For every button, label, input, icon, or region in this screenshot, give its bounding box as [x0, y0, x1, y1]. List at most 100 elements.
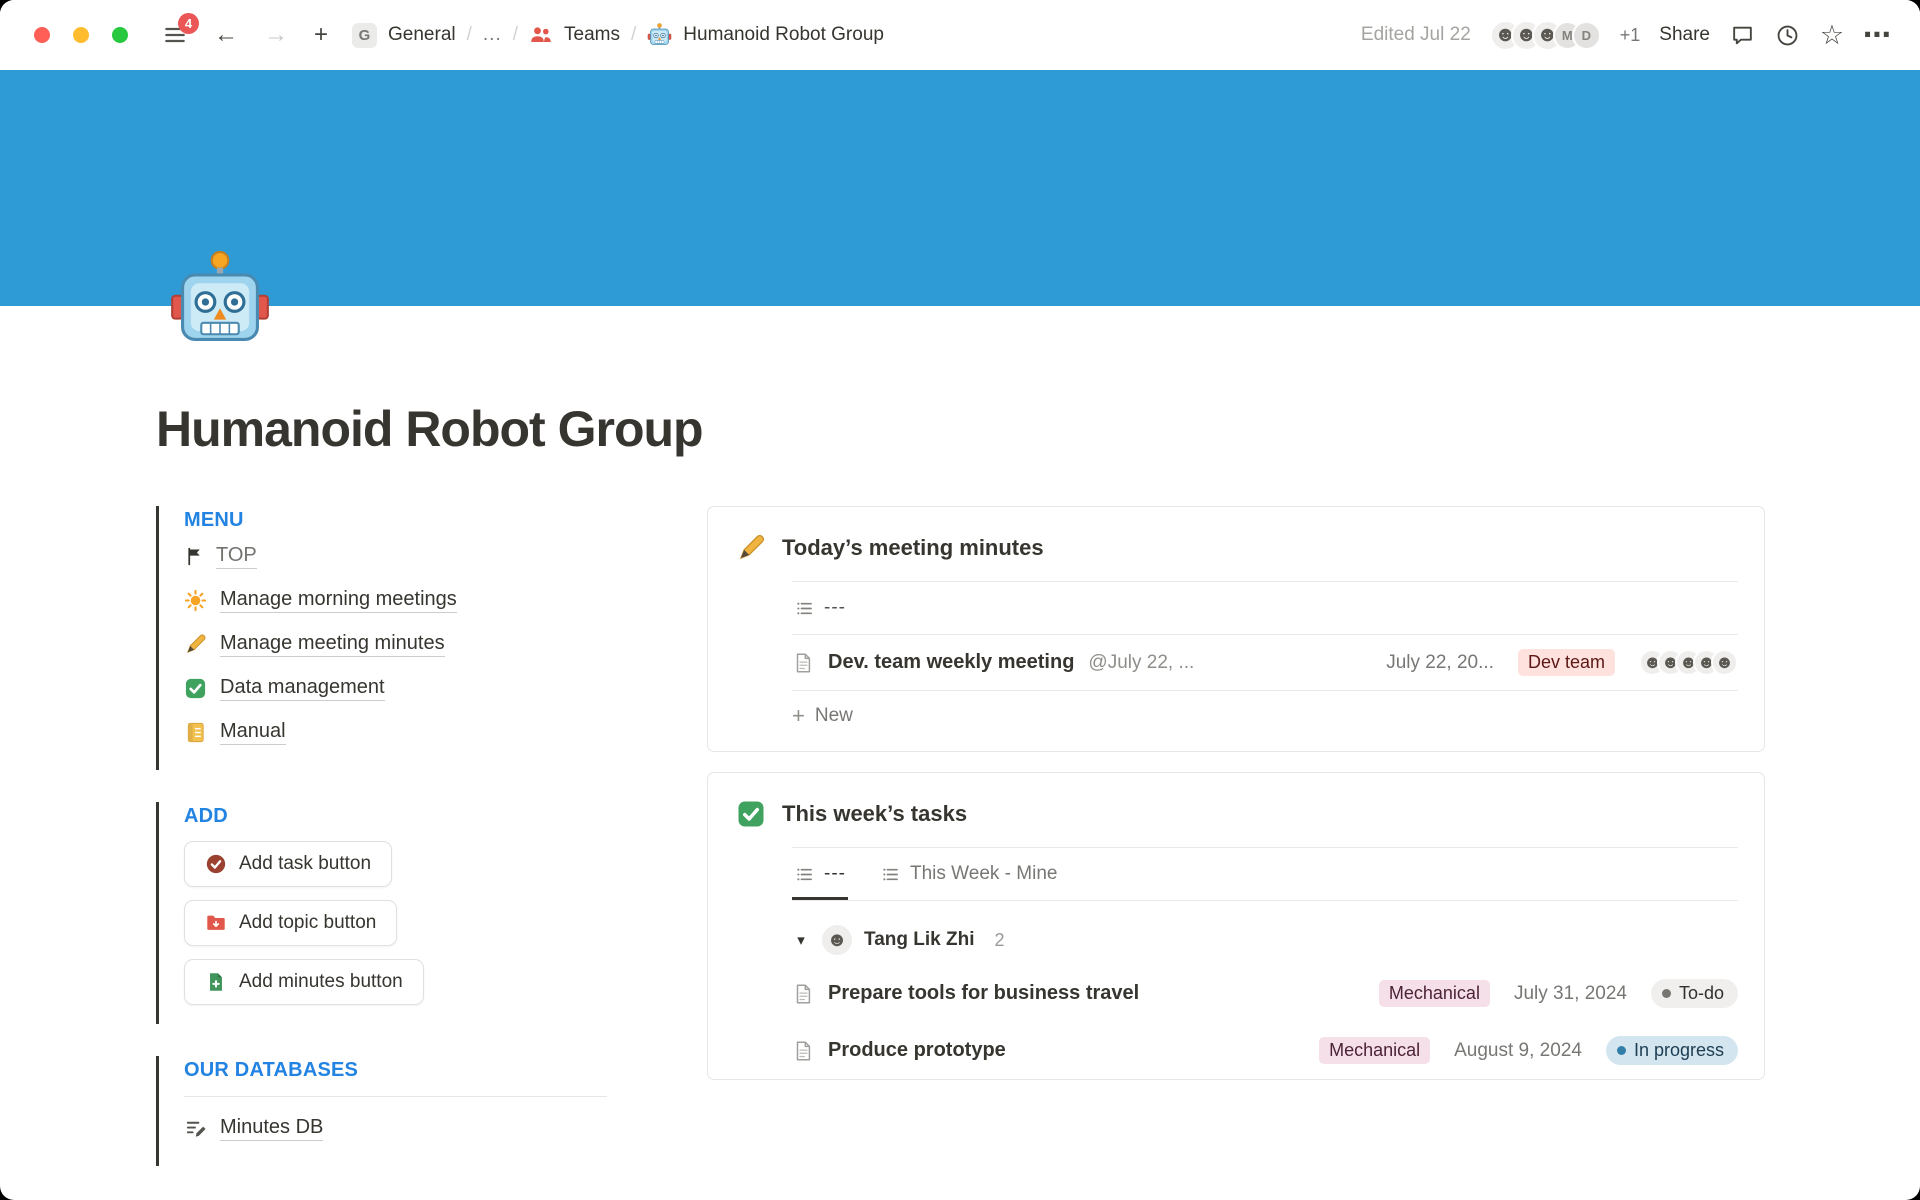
status-label: To-do [1679, 983, 1724, 1004]
teams-icon [529, 23, 553, 47]
meeting-row-main: Dev. team weekly meeting @July 22, ... [792, 651, 1362, 674]
sidebar-toggle-button[interactable]: 4 [162, 22, 188, 48]
add-task-button[interactable]: Add task button [184, 841, 392, 887]
page-file-icon [792, 1040, 814, 1062]
status-dot [1617, 1046, 1626, 1055]
robot-icon [647, 23, 672, 48]
top-link[interactable]: TOP [184, 544, 611, 569]
breadcrumb-workspace[interactable]: General [388, 24, 456, 46]
menu-heading: MENU [184, 509, 611, 532]
add-section: ADD Add task button Add topic button Add… [156, 802, 611, 1024]
tab-list-view[interactable]: --- [792, 582, 848, 634]
meeting-row[interactable]: Dev. team weekly meeting @July 22, ... J… [792, 635, 1738, 690]
avatar-overflow-count[interactable]: +1 [1620, 25, 1641, 46]
add-topic-button-label: Add topic button [239, 912, 376, 934]
group-toggle-tang-lik-zhi[interactable]: ▾ ☻ Tang Lik Zhi 2 [792, 901, 1738, 965]
list-view-icon [880, 864, 901, 885]
back-button[interactable]: ← [214, 23, 238, 47]
tag-mechanical: Mechanical [1379, 980, 1490, 1007]
task-title: Prepare tools for business travel [828, 982, 1139, 1005]
favorite-button[interactable]: ☆ [1819, 22, 1845, 48]
viewer-avatars: ☻ ☻ ☻ M D [1490, 20, 1601, 51]
comment-icon [1730, 23, 1755, 48]
nav-controls: 4 ← → + [162, 22, 328, 48]
menu-link-manual[interactable]: Manual [184, 720, 611, 745]
group-name: Tang Lik Zhi [864, 929, 974, 951]
avatar: ☻ [822, 925, 852, 955]
menu-section: MENU TOP Manage morning meetings Manage … [156, 506, 611, 770]
avatar-d: D [1572, 21, 1601, 50]
minutes-card-title: Today’s meeting minutes [782, 535, 1044, 561]
tab-label: --- [824, 597, 846, 619]
new-tab-button[interactable]: + [314, 23, 328, 47]
menu-link-data-management[interactable]: Data management [184, 676, 611, 701]
tab-all-tasks[interactable]: --- [792, 848, 848, 900]
topbar: 4 ← → + G General / ... / Teams / Humano… [0, 0, 1920, 70]
clock-icon [1775, 23, 1800, 48]
date-mention: @July 22, ... [1088, 652, 1194, 674]
zoom-window-button[interactable] [112, 27, 128, 43]
tab-this-week-mine[interactable]: This Week - Mine [878, 848, 1059, 900]
breadcrumb-page[interactable]: Humanoid Robot Group [683, 24, 884, 46]
updates-button[interactable] [1774, 22, 1800, 48]
ledger-icon [184, 721, 207, 744]
tab-label: This Week - Mine [910, 863, 1057, 885]
status-label: In progress [1634, 1040, 1724, 1061]
menu-link-manage-meeting-minutes[interactable]: Manage meeting minutes [184, 632, 611, 657]
add-minutes-button[interactable]: Add minutes button [184, 959, 424, 1005]
memo-icon [184, 1117, 207, 1140]
close-window-button[interactable] [34, 27, 50, 43]
add-topic-button[interactable]: Add topic button [184, 900, 397, 946]
robot-icon [168, 250, 272, 354]
menu-link-label: Manage meeting minutes [220, 632, 445, 657]
top-link-label: TOP [216, 544, 257, 569]
page-icon[interactable] [168, 250, 272, 354]
comments-button[interactable] [1729, 22, 1755, 48]
plus-icon: + [792, 705, 805, 727]
new-meeting-label: New [815, 705, 853, 727]
new-meeting-button[interactable]: + New [792, 691, 1738, 751]
tasks-card-title: This week’s tasks [782, 801, 967, 827]
more-button[interactable]: ⋯ [1864, 22, 1890, 48]
avatar: ☻ [1711, 649, 1738, 676]
menu-link-manage-morning-meetings[interactable]: Manage morning meetings [184, 588, 611, 613]
minutes-card: Today’s meeting minutes --- Dev. team we… [707, 506, 1765, 752]
databases-section: OUR DATABASES Minutes DB [156, 1056, 611, 1166]
minutes-db-link[interactable]: Minutes DB [184, 1116, 611, 1141]
status-badge-todo: To-do [1651, 979, 1738, 1008]
left-column: MENU TOP Manage morning meetings Manage … [156, 506, 611, 1198]
task-title: Produce prototype [828, 1039, 1006, 1062]
writing-hand-icon [736, 533, 766, 563]
breadcrumb-teams[interactable]: Teams [564, 24, 620, 46]
breadcrumb-ellipsis[interactable]: ... [483, 24, 502, 46]
group-count: 2 [994, 930, 1004, 951]
task-row[interactable]: Prepare tools for business travel Mechan… [792, 965, 1738, 1022]
tasks-card-header: This week’s tasks [708, 773, 1764, 847]
meeting-attendee-avatars: ☻ ☻ ☻ ☻ ☻ [1639, 649, 1738, 676]
share-button[interactable]: Share [1659, 24, 1710, 46]
edited-timestamp: Edited Jul 22 [1361, 24, 1471, 46]
chevron-down-icon: ▾ [792, 931, 810, 949]
status-badge-in-progress: In progress [1606, 1036, 1738, 1065]
meeting-date: July 22, 20... [1386, 652, 1494, 674]
writing-hand-icon [184, 633, 207, 656]
file-plus-icon [205, 971, 227, 993]
breadcrumb-separator: / [631, 24, 636, 46]
forward-button[interactable]: → [264, 23, 288, 47]
topbar-actions: Edited Jul 22 ☻ ☻ ☻ M D +1 Share ☆ ⋯ [1361, 20, 1890, 51]
minimize-window-button[interactable] [73, 27, 89, 43]
menu-link-label: Manual [220, 720, 286, 745]
flag-icon [184, 546, 205, 567]
task-row[interactable]: Produce prototype Mechanical August 9, 2… [792, 1022, 1738, 1079]
page-file-icon [792, 983, 814, 1005]
add-heading: ADD [184, 805, 611, 828]
task-date: July 31, 2024 [1514, 983, 1627, 1005]
workspace-icon[interactable]: G [352, 23, 377, 48]
notification-badge: 4 [178, 13, 199, 34]
status-dot [1662, 989, 1671, 998]
menu-link-label: Manage morning meetings [220, 588, 457, 613]
star-icon: ☆ [1820, 22, 1844, 49]
tasks-view-tabs: --- This Week - Mine [792, 848, 1738, 901]
minutes-db-link-label: Minutes DB [220, 1116, 323, 1141]
page-title[interactable]: Humanoid Robot Group [156, 400, 1920, 458]
